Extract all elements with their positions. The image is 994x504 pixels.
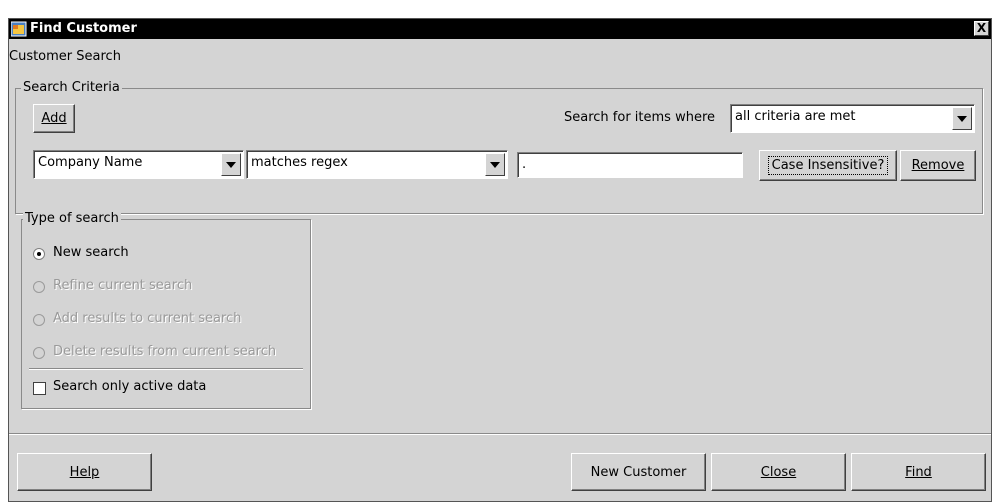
window-title: Find Customer — [30, 21, 137, 36]
delete-results-label: Delete results from current search — [53, 344, 277, 359]
radio-delete-results[interactable] — [33, 347, 45, 359]
help-label: Help — [69, 464, 100, 480]
divider — [29, 368, 303, 370]
search-for-label: Search for items where — [564, 110, 716, 125]
active-only-label: Search only active data — [53, 379, 207, 394]
close-button[interactable]: Close — [711, 453, 846, 491]
active-only-checkbox[interactable] — [33, 382, 46, 395]
new-search-label: New search — [53, 245, 129, 260]
case-insensitive-toggle[interactable]: Case Insensitive? — [759, 150, 897, 181]
find-customer-window: Find Customer X Customer Search Search C… — [8, 18, 992, 502]
criteria-operator-dropdown-icon[interactable] — [485, 153, 505, 176]
footer-divider — [9, 433, 991, 435]
criteria-field-value: Company Name — [38, 155, 143, 170]
add-criteria-button[interactable]: Add — [33, 104, 75, 133]
search-type-legend: Type of search — [23, 211, 121, 227]
help-button[interactable]: Help — [17, 453, 152, 491]
refine-search-label: Refine current search — [53, 278, 193, 293]
find-button[interactable]: Find — [851, 453, 986, 491]
criteria-field-select[interactable]: Company Name — [33, 150, 244, 179]
new-customer-button[interactable]: New Customer — [571, 453, 706, 491]
criteria-operator-select[interactable]: matches regex — [246, 150, 508, 179]
radio-refine-search[interactable] — [33, 281, 45, 293]
app-icon — [11, 21, 27, 37]
case-insensitive-label: Case Insensitive? — [767, 156, 889, 175]
search-criteria-legend: Search Criteria — [21, 80, 122, 96]
title-bar[interactable]: Find Customer X — [9, 19, 991, 39]
close-label: Close — [760, 464, 797, 480]
add-results-label: Add results to current search — [53, 311, 242, 326]
section-label: Customer Search — [9, 49, 121, 64]
match-mode-value: all criteria are met — [735, 109, 856, 124]
close-window-button[interactable]: X — [974, 21, 989, 36]
radio-new-search[interactable] — [33, 248, 45, 260]
criteria-field-dropdown-icon[interactable] — [221, 153, 241, 176]
criteria-operator-value: matches regex — [251, 155, 348, 170]
match-mode-dropdown-icon[interactable] — [952, 107, 972, 130]
new-customer-label: New Customer — [590, 464, 687, 480]
criteria-value-input[interactable]: . — [517, 152, 743, 178]
remove-label: Remove — [911, 158, 965, 173]
add-label: Add — [41, 111, 67, 126]
remove-criteria-button[interactable]: Remove — [900, 150, 976, 181]
find-label: Find — [905, 464, 932, 480]
match-mode-select[interactable]: all criteria are met — [730, 104, 975, 133]
radio-add-results[interactable] — [33, 314, 45, 326]
